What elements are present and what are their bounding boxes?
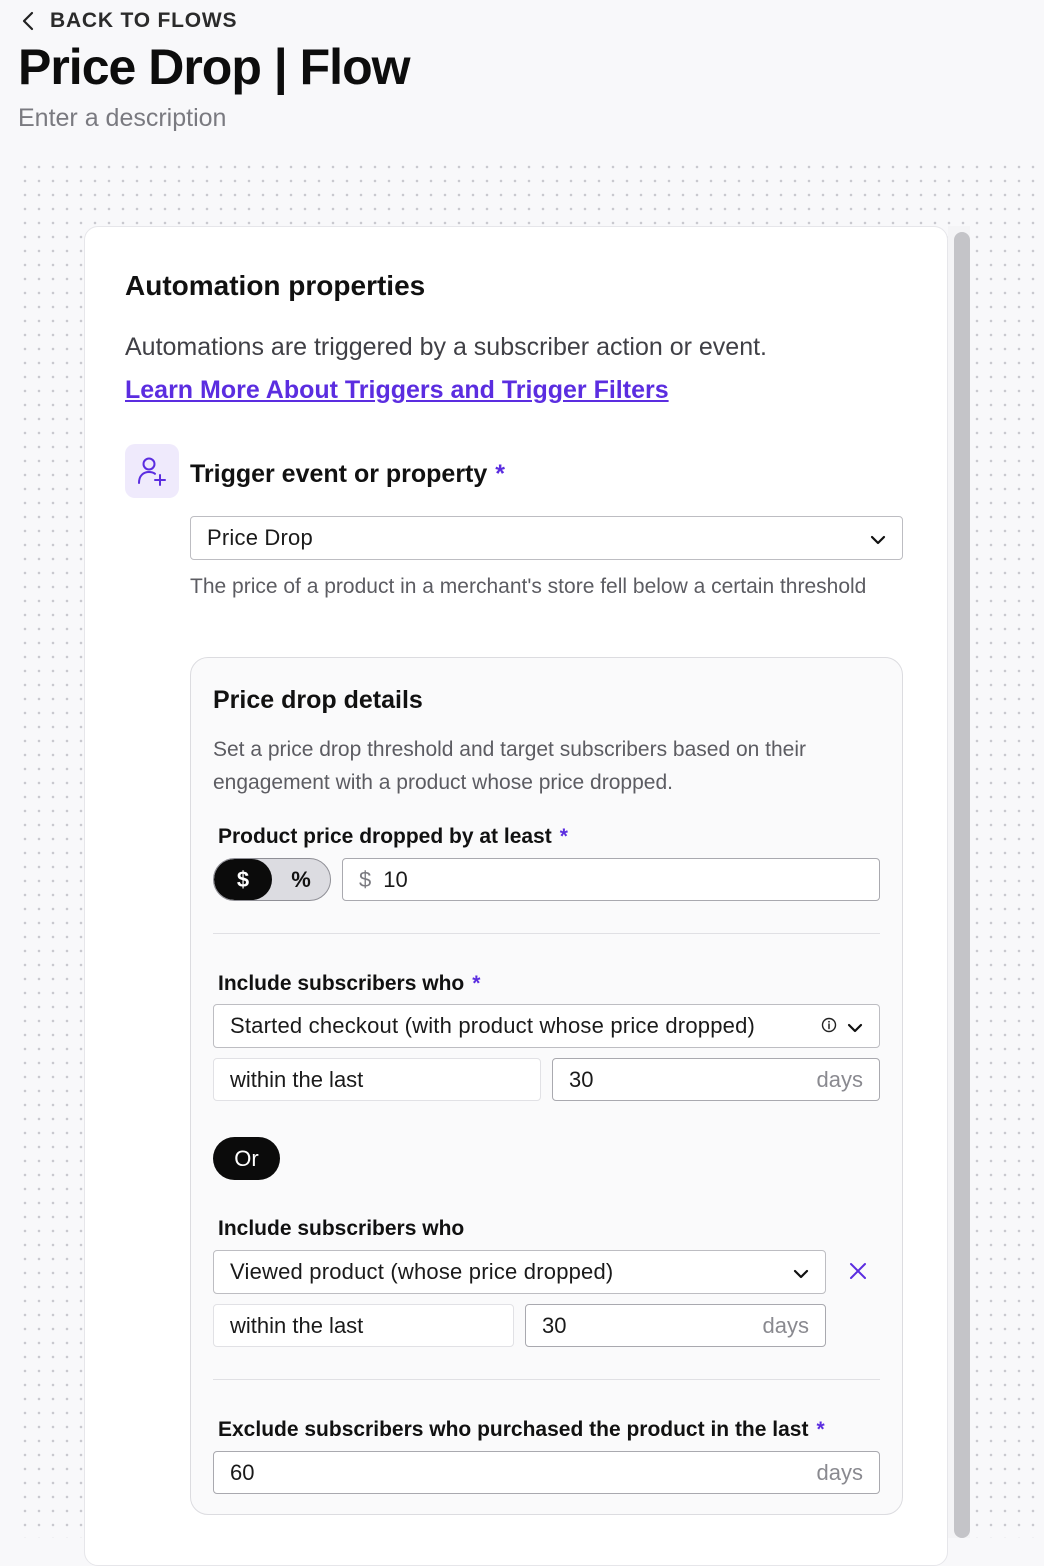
within-text-1: within the last [230,1066,364,1092]
chevron-down-icon [793,1259,809,1285]
days-unit-2: days [762,1312,809,1338]
divider [213,1379,880,1380]
include-label-1-text: Include subscribers who [218,972,465,995]
scrollbar-thumb[interactable] [954,232,970,1538]
section-title: Automation properties [125,270,426,301]
chevron-down-icon [870,525,886,551]
toggle-option-percent[interactable]: % [272,859,330,900]
trigger-label-text: Trigger event or property [190,460,488,488]
include-action-select-2[interactable]: Viewed product (whose price dropped) [213,1250,826,1294]
exclude-label-text: Exclude subscribers who purchased the pr… [218,1418,809,1441]
trigger-select-value: Price Drop [207,525,313,550]
threshold-value: 10 [383,866,408,892]
description-field[interactable]: Enter a description [18,102,226,134]
or-button[interactable]: Or [213,1137,280,1180]
days-unit-1: days [816,1066,863,1092]
chevron-left-icon [18,11,38,31]
required-asterisk: * [472,972,481,995]
within-the-last-label-1: within the last [213,1058,541,1101]
dollar-prefix: $ [359,866,372,892]
within-the-last-label-2: within the last [213,1304,514,1347]
info-icon[interactable] [821,1013,837,1039]
chevron-down-icon [847,1013,863,1039]
back-to-flows-link[interactable]: BACK TO FLOWS [18,6,237,36]
user-add-icon [125,444,179,498]
required-asterisk: * [816,1418,825,1441]
days-input-2[interactable]: 30 days [525,1304,826,1347]
currency-percent-toggle[interactable]: $ % [213,858,331,901]
include-action-select-1[interactable]: Started checkout (with product whose pri… [213,1004,880,1048]
section-description: Automations are triggered by a subscribe… [125,333,768,361]
page-title[interactable]: Price Drop | Flow [18,38,410,96]
threshold-input[interactable]: $ 10 [342,858,880,901]
exclude-days-value: 60 [230,1459,255,1485]
learn-more-link[interactable]: Learn More About Triggers and Trigger Fi… [125,374,669,406]
include-label-1: Include subscribers who * [218,970,480,998]
required-asterisk: * [559,825,568,848]
toggle-option-dollar[interactable]: $ [214,859,272,900]
required-asterisk: * [495,460,506,488]
details-description: Set a price drop threshold and target su… [213,738,807,794]
exclude-days-input[interactable]: 60 days [213,1451,880,1494]
include-label-2: Include subscribers who [218,1217,465,1240]
threshold-label: Product price dropped by at least * [218,823,568,851]
within-text-2: within the last [230,1312,364,1338]
trigger-select[interactable]: Price Drop [190,516,903,560]
days-value-1: 30 [569,1066,594,1092]
include-action-value-1: Started checkout (with product whose pri… [230,1013,756,1038]
trigger-help-text: The price of a product in a merchant's s… [190,575,867,598]
days-value-2: 30 [542,1312,567,1338]
days-input-1[interactable]: 30 days [552,1058,880,1101]
divider [213,933,880,934]
trigger-label: Trigger event or property * [190,458,505,490]
include-action-value-2: Viewed product (whose price dropped) [230,1259,614,1284]
exclude-label: Exclude subscribers who purchased the pr… [218,1416,825,1444]
exclude-days-unit: days [816,1459,863,1485]
details-title: Price drop details [213,686,423,714]
close-icon[interactable] [844,1257,872,1285]
threshold-label-text: Product price dropped by at least [218,825,552,848]
back-link-label: BACK TO FLOWS [50,9,238,32]
